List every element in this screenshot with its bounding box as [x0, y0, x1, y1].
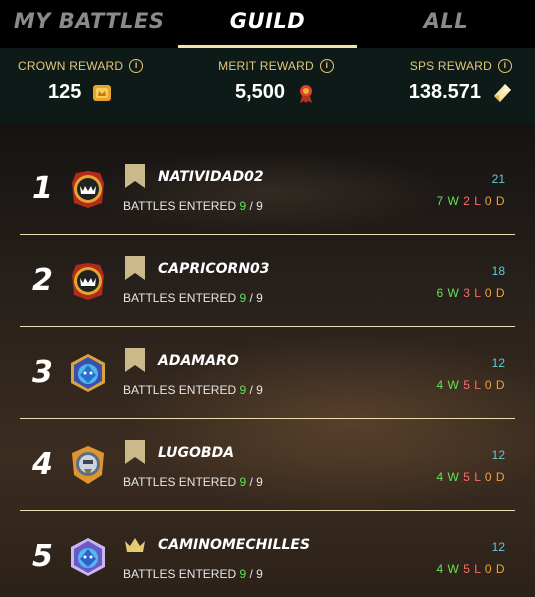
leaderboard-row[interactable]: 4 LUGOBDA BATTLES ENTERED 9 / 9 12 4 W 5… [20, 419, 515, 511]
tab-my-battles[interactable]: MY BATTLES [0, 0, 178, 48]
rewards-bar: CROWN REWARD i 125 MERIT REWARD i 5,500 [0, 48, 535, 123]
leaderboard-row[interactable]: 2 CAPRICORN03 BATTLES ENTERED 9 / 9 18 6… [20, 235, 515, 327]
rank-number: 1 [32, 171, 53, 206]
merit-reward: MERIT REWARD i 5,500 [218, 48, 334, 123]
leaderboard-row[interactable]: 1 NATIVIDAD02 BATTLES ENTERED 9 / 9 21 7… [20, 143, 515, 235]
battles-entered: BATTLES ENTERED 9 / 9 [123, 291, 263, 305]
merit-reward-label: MERIT REWARD [218, 59, 314, 73]
rank-number: 5 [32, 539, 53, 574]
player-name[interactable]: LUGOBDA [158, 445, 234, 461]
sps-reward-label: SPS REWARD [409, 59, 492, 73]
player-name[interactable]: NATIVIDAD02 [158, 169, 264, 185]
sps-crystal-icon [494, 83, 511, 102]
tab-guild[interactable]: GUILD [178, 0, 357, 48]
blue-creature-avatar-icon [71, 538, 105, 576]
points: 18 [491, 264, 505, 278]
player-name[interactable]: ADAMARO [158, 353, 239, 369]
crown-reward: CROWN REWARD i 125 [18, 48, 144, 123]
guild-rank-flag-icon [125, 256, 145, 280]
guild-leader-crown-icon [125, 538, 145, 552]
merit-reward-value: 5,500 [234, 81, 286, 103]
win-loss-record: 7 W 2 L 0 D [436, 194, 505, 208]
crown-reward-value: 125 [47, 81, 82, 103]
sps-reward: SPS REWARD i 138.571 [409, 48, 513, 123]
rank-number: 3 [32, 355, 53, 390]
points: 12 [491, 356, 505, 370]
guild-leaderboard: 1 NATIVIDAD02 BATTLES ENTERED 9 / 9 21 7… [20, 143, 515, 597]
battles-entered: BATTLES ENTERED 9 / 9 [123, 475, 263, 489]
crown-reward-label: CROWN REWARD [18, 59, 124, 73]
sps-reward-value: 138.571 [408, 81, 481, 103]
player-name[interactable]: CAMINOMECHILLES [158, 537, 310, 553]
win-loss-record: 4 W 5 L 0 D [436, 378, 505, 392]
guild-rank-flag-icon [125, 440, 145, 464]
tab-bar: MY BATTLES GUILD ALL [0, 0, 535, 48]
points: 12 [491, 448, 505, 462]
battles-entered: BATTLES ENTERED 9 / 9 [123, 199, 263, 213]
leaderboard-row[interactable]: 5 CAMINOMECHILLES BATTLES ENTERED 9 / 9 … [20, 511, 515, 597]
win-loss-record: 4 W 5 L 0 D [436, 470, 505, 484]
merit-icon [300, 84, 313, 103]
tab-all[interactable]: ALL [357, 0, 535, 48]
guild-rank-flag-icon [125, 348, 145, 372]
points: 21 [491, 172, 505, 186]
rank-number: 4 [32, 447, 53, 482]
monster-avatar-icon [72, 171, 104, 208]
monster-avatar-icon [72, 263, 104, 300]
win-loss-record: 4 W 5 L 0 D [436, 562, 505, 576]
blue-creature-avatar-icon [71, 354, 105, 392]
guild-rank-flag-icon [125, 164, 145, 188]
points: 12 [491, 540, 505, 554]
info-icon[interactable]: i [129, 59, 144, 73]
player-name[interactable]: CAPRICORN03 [158, 261, 270, 277]
info-icon[interactable]: i [319, 59, 334, 73]
win-loss-record: 6 W 3 L 0 D [436, 286, 505, 300]
crown-token-icon [93, 84, 112, 101]
battles-entered: BATTLES ENTERED 9 / 9 [123, 383, 263, 397]
rank-number: 2 [32, 263, 53, 298]
leaderboard-row[interactable]: 3 ADAMARO BATTLES ENTERED 9 / 9 12 4 W 5… [20, 327, 515, 419]
info-icon[interactable]: i [497, 59, 512, 73]
knight-avatar-icon [72, 446, 104, 484]
battles-entered: BATTLES ENTERED 9 / 9 [123, 567, 263, 581]
